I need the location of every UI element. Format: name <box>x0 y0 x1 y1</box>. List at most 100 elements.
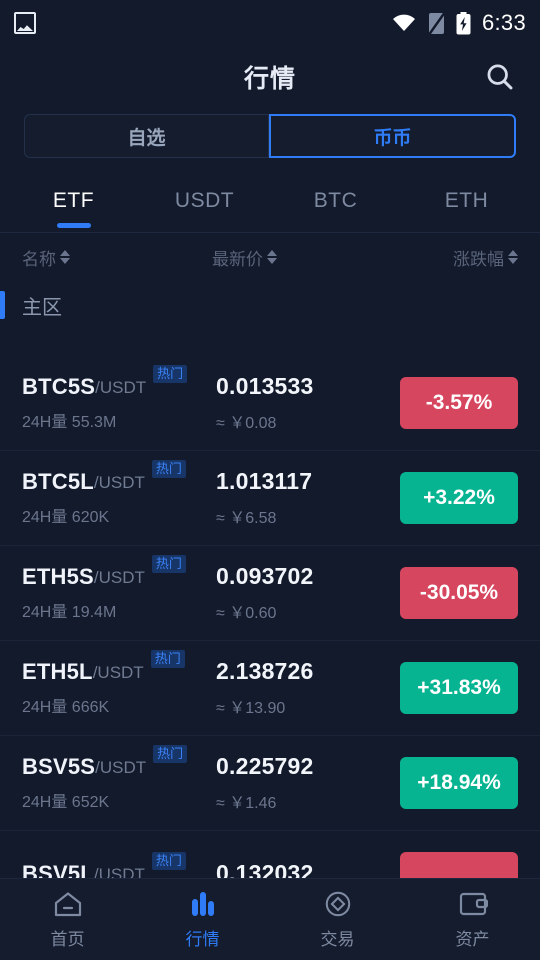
trade-diamond-icon <box>323 890 353 918</box>
status-bar-time: 6:33 <box>481 10 526 35</box>
change-badge <box>400 852 518 878</box>
bottom-navigation: 首页 行情 交易 资产 <box>0 878 540 960</box>
nav-label: 资产 <box>455 929 490 949</box>
tab-eth[interactable]: ETH <box>401 170 532 232</box>
table-row[interactable]: ETH5S /USDT 热门 24H量 19.4M 0.093702 ≈ ￥0.… <box>0 546 540 641</box>
app-screen: 6:33 行情 自选 币币 ETF USDT BTC ETH 名称 最新价 涨跌… <box>0 0 540 960</box>
hot-badge: 热门 <box>150 650 185 669</box>
row-price-cny: ≈ ￥0.08 <box>216 415 277 432</box>
row-price-cny: ≈ ￥13.90 <box>216 700 286 717</box>
row-volume: 24H量 19.4M <box>22 604 117 621</box>
row-price: 2.138726 <box>216 658 314 684</box>
row-volume: 24H量 620K <box>22 509 110 526</box>
table-row[interactable]: BTC5L /USDT 热门 24H量 620K 1.013117 ≈ ￥6.5… <box>0 451 540 546</box>
nav-item-trade[interactable]: 交易 <box>270 890 405 950</box>
nav-label: 交易 <box>320 929 355 949</box>
nav-label: 首页 <box>50 929 85 949</box>
pair-quote: /USDT <box>92 663 144 682</box>
row-price-cell: 0.225792 ≈ ￥1.46 <box>212 753 400 813</box>
row-price-cny: ≈ ￥1.46 <box>216 795 277 812</box>
row-price: 0.225792 <box>216 753 314 779</box>
status-bar-right: 6:33 <box>391 10 526 36</box>
row-change-cell: -30.05% <box>400 567 518 619</box>
column-header-change[interactable]: 涨跌幅 <box>453 245 518 270</box>
row-name-cell: BTC5S /USDT 热门 24H量 55.3M <box>22 365 212 432</box>
pair-line: BTC5S /USDT 热门 <box>22 365 212 400</box>
table-row[interactable]: BSV5L /USDT 热门 0.132032 <box>0 831 540 878</box>
hot-badge: 热门 <box>151 852 186 871</box>
row-price: 0.093702 <box>216 563 314 589</box>
pair-base: BSV5S <box>22 754 96 779</box>
row-price-cell: 1.013117 ≈ ￥6.58 <box>212 468 400 528</box>
row-name-cell: ETH5L /USDT 热门 24H量 666K <box>22 650 212 717</box>
pair-quote: /USDT <box>93 865 145 878</box>
pair-quote: /USDT <box>95 758 147 777</box>
market-type-segmented-control[interactable]: 自选 币币 <box>24 114 516 158</box>
row-price-cell: 0.013533 ≈ ￥0.08 <box>212 373 400 433</box>
home-icon <box>53 890 83 918</box>
hot-badge: 热门 <box>153 745 188 764</box>
table-row[interactable]: BTC5S /USDT 热门 24H量 55.3M 0.013533 ≈ ￥0.… <box>0 356 540 451</box>
tab-label: ETH <box>444 189 489 212</box>
column-header-name-label: 名称 <box>22 249 56 269</box>
sort-arrows-icon[interactable] <box>267 250 277 264</box>
tab-active-indicator <box>450 223 484 228</box>
tab-btc[interactable]: BTC <box>270 170 401 232</box>
row-change-cell <box>400 852 518 878</box>
status-bar-left <box>14 12 36 34</box>
column-header-name[interactable]: 名称 <box>22 245 212 270</box>
tab-usdt[interactable]: USDT <box>139 170 270 232</box>
change-badge: -3.57% <box>400 377 518 429</box>
market-tabs[interactable]: ETF USDT BTC ETH <box>0 170 540 232</box>
pair-base: BTC5S <box>22 374 96 399</box>
nav-item-assets[interactable]: 资产 <box>405 890 540 950</box>
section-header-main-zone: 主区 <box>0 281 540 329</box>
pair-quote: /USDT <box>93 568 145 587</box>
wifi-icon <box>392 14 415 31</box>
nav-item-markets[interactable]: 行情 <box>135 890 270 950</box>
pair-line: BSV5L /USDT 热门 <box>22 852 212 878</box>
page-title: 行情 <box>243 65 296 93</box>
row-volume: 24H量 666K <box>22 699 110 716</box>
table-row[interactable]: BSV5S /USDT 热门 24H量 652K 0.225792 ≈ ￥1.4… <box>0 736 540 831</box>
row-volume: 24H量 55.3M <box>22 414 117 431</box>
tab-active-indicator <box>319 223 353 228</box>
pair-quote: /USDT <box>95 378 147 397</box>
section-accent-bar <box>0 291 5 319</box>
pair-base: BSV5L <box>22 861 94 878</box>
row-price-cny: ≈ ￥6.58 <box>216 510 277 527</box>
market-list: BTC5S /USDT 热门 24H量 55.3M 0.013533 ≈ ￥0.… <box>0 356 540 878</box>
sort-arrows-icon[interactable] <box>508 250 518 264</box>
row-change-cell: +3.22% <box>400 472 518 524</box>
tab-etf[interactable]: ETF <box>8 170 139 232</box>
section-title: 主区 <box>22 296 62 319</box>
segment-spot[interactable]: 币币 <box>269 114 516 158</box>
sort-arrows-icon[interactable] <box>60 250 70 264</box>
tab-label: BTC <box>313 189 358 212</box>
column-header-change-label: 涨跌幅 <box>453 249 504 269</box>
hot-badge: 热门 <box>151 460 186 479</box>
nav-item-home[interactable]: 首页 <box>0 890 135 950</box>
pair-quote: /USDT <box>93 473 145 492</box>
app-bar: 行情 <box>0 46 540 108</box>
change-badge: -30.05% <box>400 567 518 619</box>
row-name-cell: BSV5L /USDT 热门 <box>22 852 212 878</box>
row-price: 0.132032 <box>216 860 314 878</box>
image-icon <box>14 12 36 34</box>
column-headers: 名称 最新价 涨跌幅 <box>0 233 540 281</box>
pair-base: ETH5S <box>22 564 94 589</box>
pair-line: ETH5L /USDT 热门 <box>22 650 212 685</box>
pair-line: BTC5L /USDT 热门 <box>22 460 212 495</box>
change-badge: +18.94% <box>400 757 518 809</box>
search-icon[interactable] <box>478 55 522 99</box>
column-header-price[interactable]: 最新价 <box>212 245 453 270</box>
table-row[interactable]: ETH5L /USDT 热门 24H量 666K 2.138726 ≈ ￥13.… <box>0 641 540 736</box>
pair-line: BSV5S /USDT 热门 <box>22 745 212 780</box>
market-list-scroll[interactable]: BTC5S /USDT 热门 24H量 55.3M 0.013533 ≈ ￥0.… <box>0 356 540 878</box>
sim-icon <box>428 12 445 35</box>
segment-watchlist[interactable]: 自选 <box>24 114 269 158</box>
row-name-cell: ETH5S /USDT 热门 24H量 19.4M <box>22 555 212 622</box>
pair-base: BTC5L <box>22 469 94 494</box>
row-volume: 24H量 652K <box>22 794 110 811</box>
change-badge: +3.22% <box>400 472 518 524</box>
